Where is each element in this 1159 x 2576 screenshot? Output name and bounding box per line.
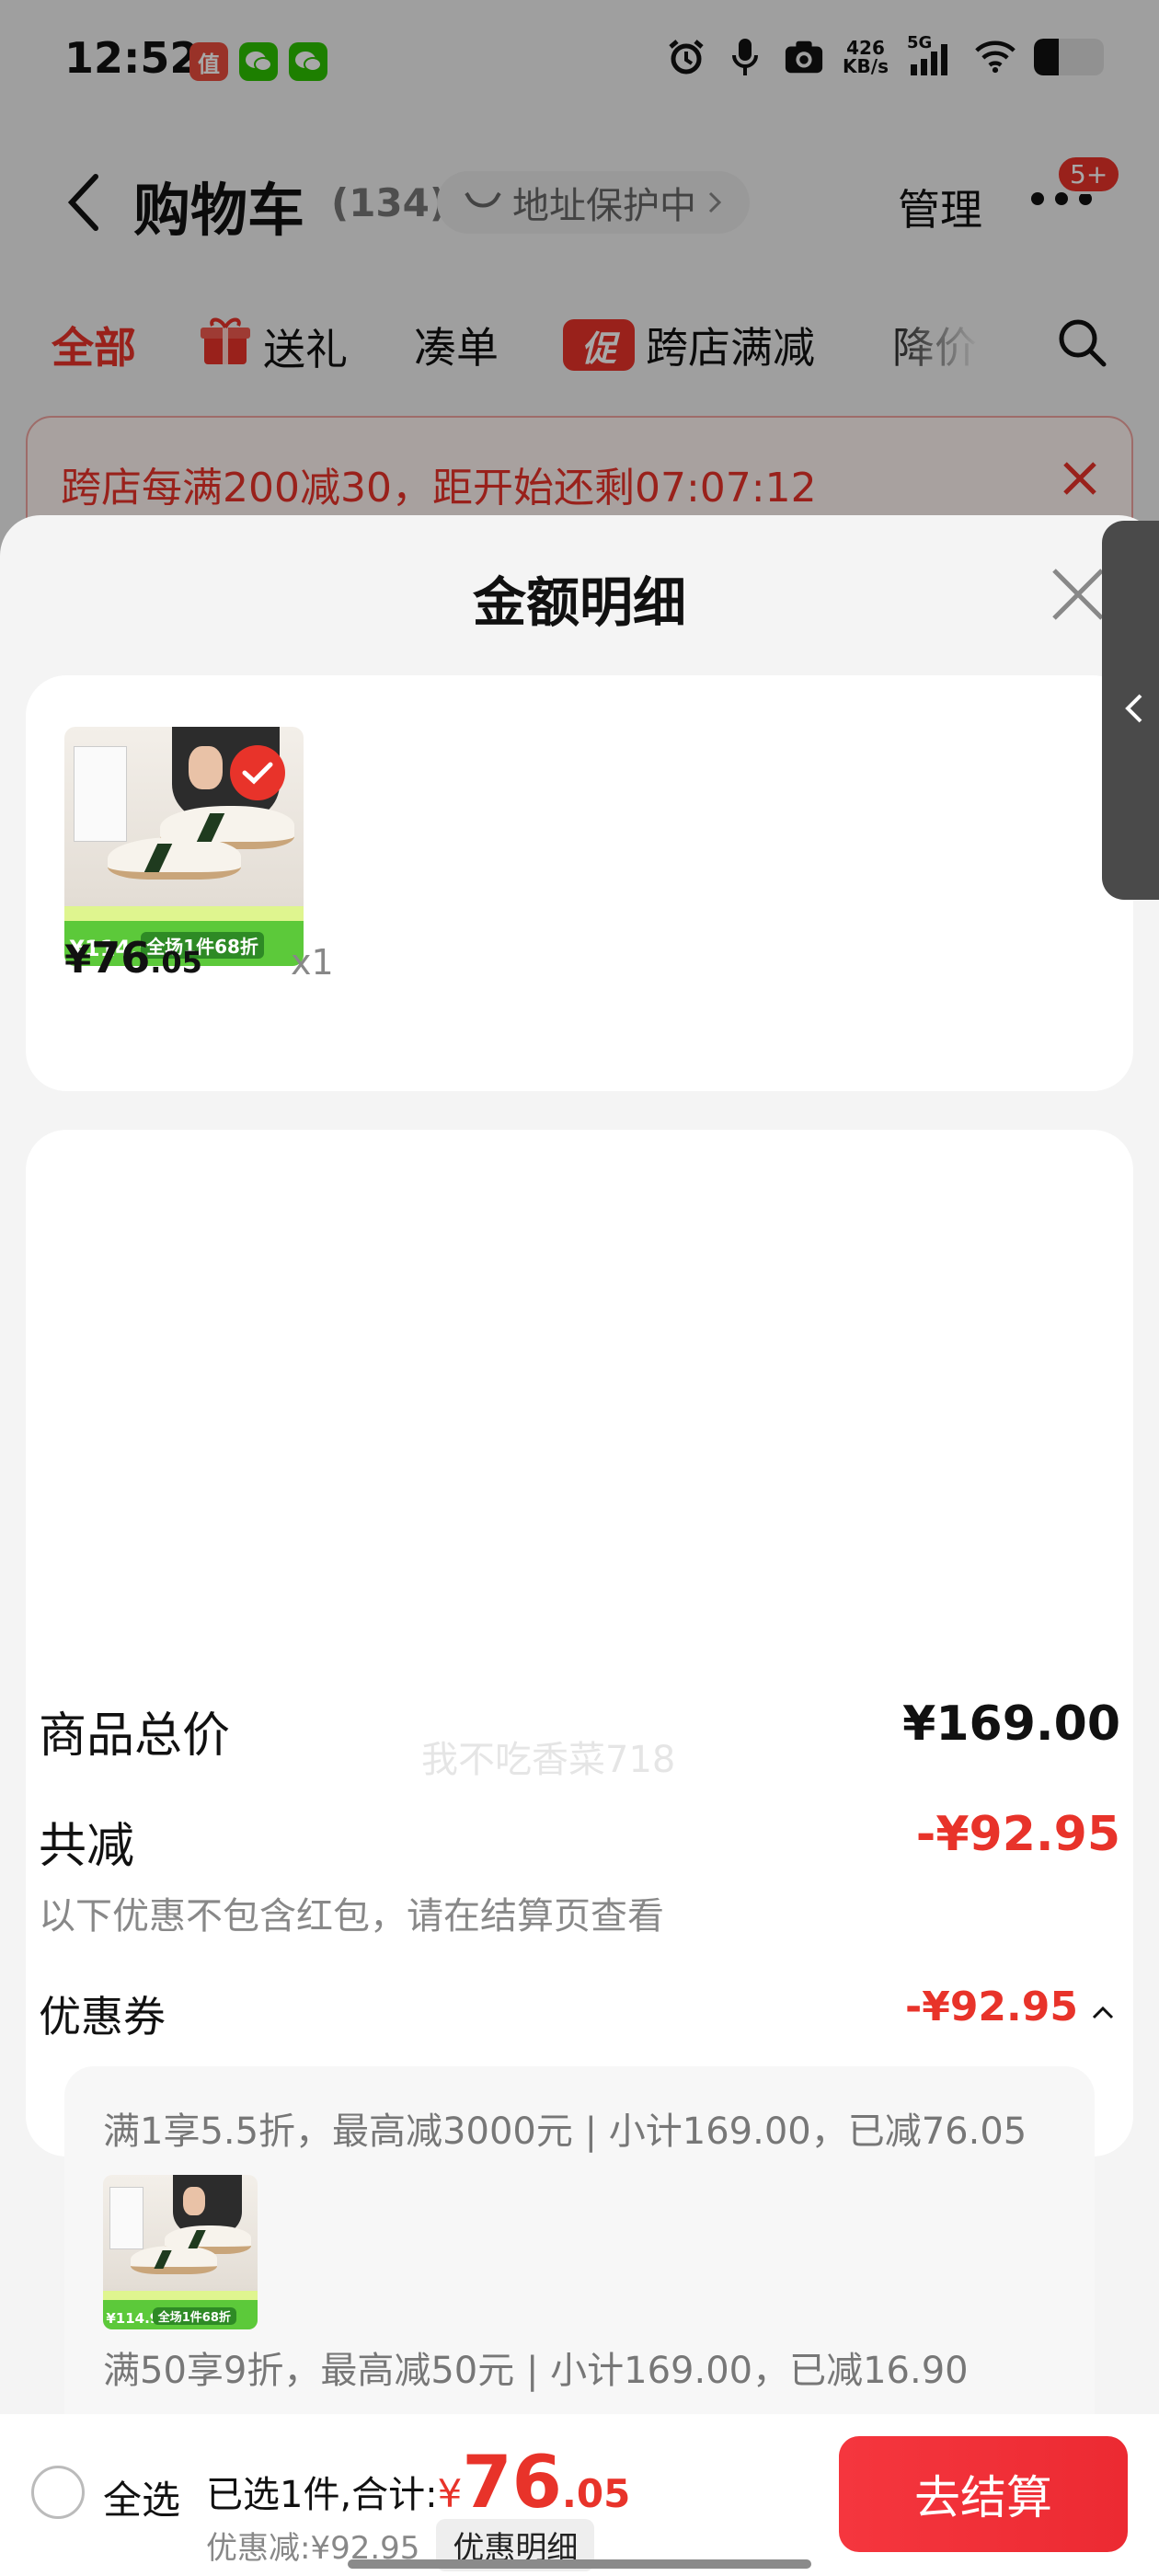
reduction-note: 以下优惠不包含红包，请在结算页查看 <box>39 1895 664 1938</box>
checkout-bar: 全选 已选1件,合计:¥76.05 优惠减:¥92.95 优惠明细 去结算 <box>0 2414 1159 2576</box>
amount-detail-sheet: 金额明细 ¥114.9 全场1件68折 ¥76.05 x1 商品总价 ¥169.… <box>0 515 1159 2576</box>
select-all-radio[interactable] <box>31 2466 85 2519</box>
side-float-tab[interactable] <box>1102 521 1159 900</box>
selected-summary: 已选1件,合计:¥76.05 <box>206 2442 631 2524</box>
total-value: ¥169.00 <box>902 1696 1120 1752</box>
coupon-value: -¥92.95 <box>904 1984 1078 2030</box>
home-indicator <box>348 2559 811 2569</box>
coupon-rule-2: 满50享9折，最高减50元 | 小计169.00，已减16.90 <box>103 2350 969 2392</box>
coupon-toggle[interactable]: -¥92.95 <box>905 1984 1115 2030</box>
checkmark-icon <box>230 745 285 800</box>
chevron-left-icon <box>1124 693 1144 728</box>
item-price: ¥76.05 <box>64 933 202 983</box>
reduction-value: -¥92.95 <box>915 1807 1120 1862</box>
item-quantity: x1 <box>291 942 334 983</box>
coupon-rule-1: 满1享5.5折，最高减3000元 | 小计169.00，已减76.05 <box>103 2110 1027 2153</box>
watermark-text: 我不吃香菜718 <box>421 1739 676 1781</box>
coupon-rule-1-thumbnail: ¥114.9 全场1件68折 <box>103 2175 258 2329</box>
chevron-up-icon <box>1091 1984 1115 2030</box>
total-label: 商品总价 <box>39 1708 231 1764</box>
checkout-button[interactable]: 去结算 <box>839 2436 1128 2552</box>
close-icon[interactable] <box>1050 567 1106 626</box>
selected-items-card: ¥114.9 全场1件68折 ¥76.05 x1 <box>26 675 1133 1091</box>
product-thumbnail[interactable]: ¥114.9 全场1件68折 <box>64 727 304 966</box>
reduction-label: 共减 <box>39 1819 135 1874</box>
coupon-label: 优惠券 <box>39 1992 166 2041</box>
sheet-title: 金额明细 <box>472 571 686 634</box>
select-all-label[interactable]: 全选 <box>103 2469 180 2525</box>
